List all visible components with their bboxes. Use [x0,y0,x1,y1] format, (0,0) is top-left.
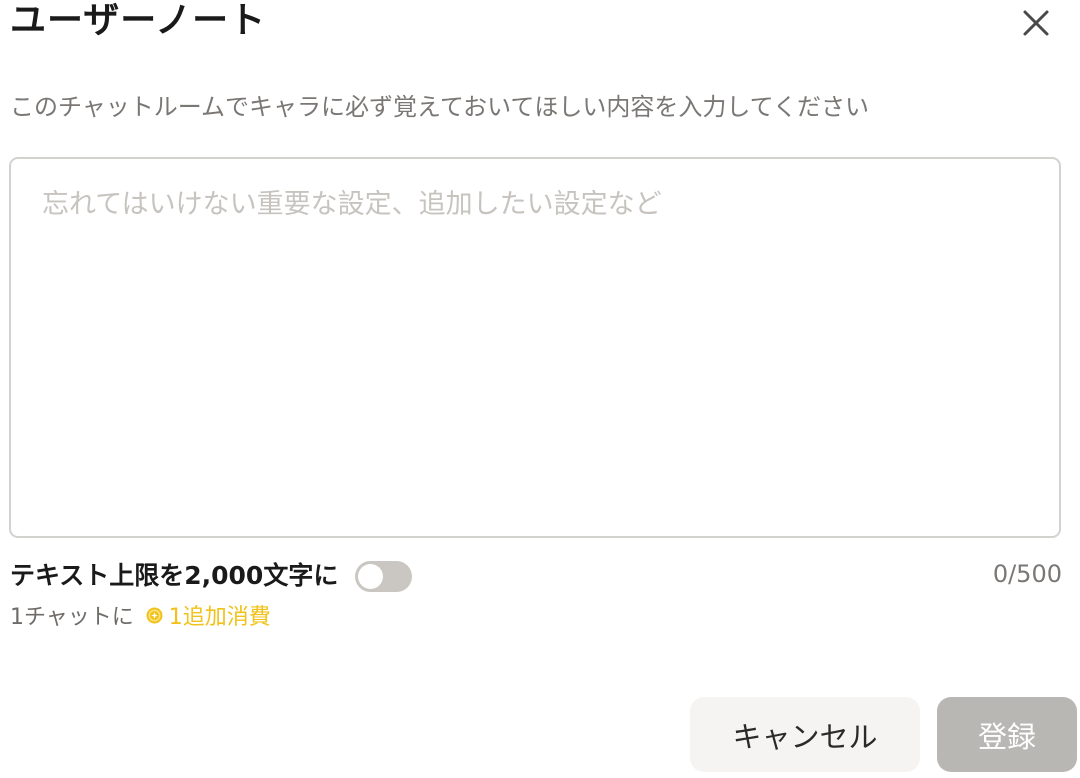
user-note-textarea[interactable] [11,159,1059,536]
cost-prefix: 1チャットに [10,605,134,630]
coin-icon [146,607,163,624]
cost-amount: 1追加消費 [168,605,271,630]
cancel-button[interactable]: キャンセル [690,697,920,772]
dialog-title: ユーザーノート [10,0,267,41]
text-limit-option: テキスト上限を2,000文字に [10,556,413,596]
cost-info: 1チャットに 1追加消費 [10,598,271,632]
text-limit-toggle[interactable] [355,560,413,592]
toggle-knob [358,563,384,589]
register-button[interactable]: 登録 [937,697,1077,772]
note-input-box[interactable] [9,157,1061,538]
close-button[interactable] [1016,3,1056,43]
dialog-description: このチャットルームでキャラに必ず覚えておいてほしい内容を入力してください [10,93,869,121]
text-limit-label: テキスト上限を2,000文字に [10,561,339,590]
character-counter: 0/500 [992,560,1062,588]
close-icon [1016,3,1056,43]
